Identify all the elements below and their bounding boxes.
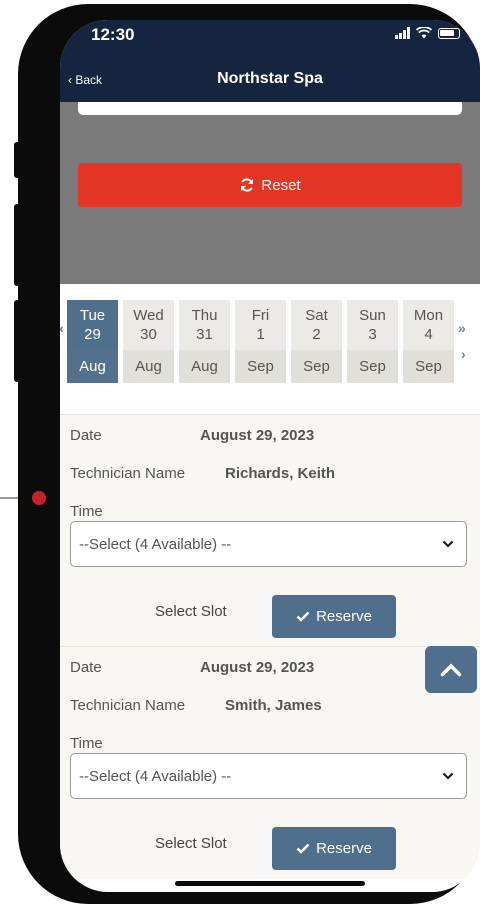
technician-label: Technician Name xyxy=(70,697,186,714)
app-header: 12:30 ‹ Back Northstar Spa xyxy=(60,20,480,102)
technician-value: Smith, James xyxy=(225,697,322,714)
reserve-label: Reserve xyxy=(316,840,372,857)
check-icon xyxy=(296,611,310,622)
date-value: August 29, 2023 xyxy=(200,427,315,444)
day-month: Sep xyxy=(235,350,286,383)
day-sat-2[interactable]: Sat 2 Sep xyxy=(291,300,342,383)
prev-week-button[interactable]: « xyxy=(60,320,64,336)
prev-day-button[interactable]: ‹ xyxy=(60,346,61,362)
status-time: 12:30 xyxy=(91,25,135,44)
date-label: Date xyxy=(70,427,102,444)
day-wed-30[interactable]: Wed 30 Aug xyxy=(123,300,174,383)
day-number: 4 xyxy=(424,326,433,343)
time-label: Time xyxy=(70,735,103,752)
battery-icon xyxy=(438,27,460,39)
day-weekday: Thu xyxy=(191,307,218,324)
day-month: Aug xyxy=(67,350,118,383)
day-month: Sep xyxy=(403,350,454,383)
day-fri-1[interactable]: Fri 1 Sep xyxy=(235,300,286,383)
day-weekday: Tue xyxy=(79,307,106,324)
slot-card: Date August 29, 2023 Technician Name Smi… xyxy=(60,646,480,879)
reset-label: Reset xyxy=(261,176,301,194)
signal-icon xyxy=(395,27,410,39)
day-mon-4[interactable]: Mon 4 Sep xyxy=(403,300,454,383)
chevron-down-icon xyxy=(442,772,454,780)
next-week-button[interactable]: » xyxy=(458,320,466,336)
select-slot-label: Select Slot xyxy=(155,603,227,620)
phone-side-button xyxy=(14,142,20,178)
select-slot-label: Select Slot xyxy=(155,835,227,852)
time-select-value: --Select (4 Available) -- xyxy=(79,768,232,785)
slot-card: Date August 29, 2023 Technician Name Ric… xyxy=(60,414,480,647)
day-month: Aug xyxy=(123,350,174,383)
reserve-label: Reserve xyxy=(316,608,372,625)
filter-panel: Reset xyxy=(60,102,480,284)
date-label: Date xyxy=(70,659,102,676)
reserve-button[interactable]: Reserve xyxy=(272,827,396,870)
date-value: August 29, 2023 xyxy=(200,659,315,676)
next-day-button[interactable]: › xyxy=(461,346,466,362)
chevron-up-icon xyxy=(440,663,462,676)
annotation-marker-dot xyxy=(32,491,46,505)
day-thu-31[interactable]: Thu 31 Aug xyxy=(179,300,230,383)
day-number: 30 xyxy=(140,326,157,343)
technician-label: Technician Name xyxy=(70,465,186,482)
home-indicator xyxy=(175,881,365,886)
phone-volume-up xyxy=(14,204,20,286)
reserve-button[interactable]: Reserve xyxy=(272,595,396,638)
time-select[interactable]: --Select (4 Available) -- xyxy=(70,521,467,567)
refresh-icon xyxy=(241,178,254,192)
day-month: Sep xyxy=(347,350,398,383)
day-number: 1 xyxy=(256,326,265,343)
day-sun-3[interactable]: Sun 3 Sep xyxy=(347,300,398,383)
phone-volume-down xyxy=(14,300,20,382)
check-icon xyxy=(296,843,310,854)
time-label: Time xyxy=(70,503,103,520)
day-month: Sep xyxy=(291,350,342,383)
day-number: 3 xyxy=(368,326,377,343)
scroll-to-top-button[interactable] xyxy=(425,646,477,693)
day-weekday: Fri xyxy=(251,307,270,324)
filter-input[interactable] xyxy=(78,102,462,115)
time-select[interactable]: --Select (4 Available) -- xyxy=(70,753,467,799)
page-title: Northstar Spa xyxy=(217,70,323,87)
day-number: 2 xyxy=(312,326,321,343)
day-number: 31 xyxy=(196,326,213,343)
time-select-value: --Select (4 Available) -- xyxy=(79,536,232,553)
wifi-icon xyxy=(416,27,432,39)
day-weekday: Sun xyxy=(359,307,386,324)
day-number: 29 xyxy=(84,326,101,343)
phone-frame: 12:30 ‹ Back Northstar Spa Reset » › Tue… xyxy=(14,4,480,904)
reset-button[interactable]: Reset xyxy=(78,163,462,207)
app-screen: 12:30 ‹ Back Northstar Spa Reset » › Tue… xyxy=(60,20,480,892)
day-weekday: Mon xyxy=(413,307,444,324)
date-selector: « ‹ » › Tue 29 Aug Wed 30 Aug Thu 31 Aug… xyxy=(60,284,480,414)
day-weekday: Sat xyxy=(305,307,328,324)
day-tue-29[interactable]: Tue 29 Aug xyxy=(67,300,118,383)
day-weekday: Wed xyxy=(133,307,164,324)
technician-value: Richards, Keith xyxy=(225,465,336,482)
status-icons xyxy=(395,27,460,39)
day-month: Aug xyxy=(179,350,230,383)
chevron-down-icon xyxy=(442,540,454,548)
